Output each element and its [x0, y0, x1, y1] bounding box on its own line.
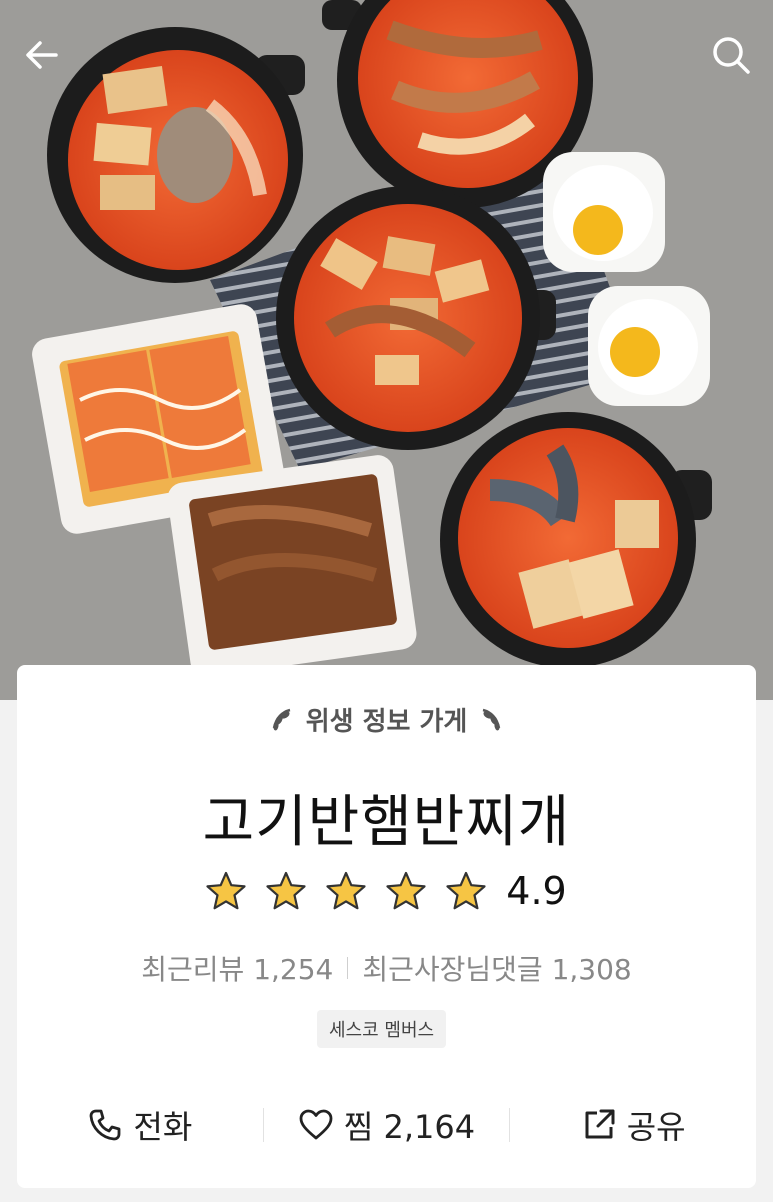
heart-icon [299, 1109, 333, 1140]
laurel-right-icon [482, 708, 501, 730]
share-label: 공유 [626, 1108, 686, 1146]
star-icon [206, 871, 246, 910]
star-icon [266, 871, 306, 910]
like-button[interactable]: 찜 2,164 [264, 1102, 510, 1148]
recent-owner-replies-count[interactable]: 최근사장님댓글 1,308 [362, 948, 631, 988]
hygiene-label-text: 위생 정보 가게 [305, 707, 468, 737]
arrow-left-icon [26, 41, 58, 69]
hygiene-info-label[interactable]: 위생 정보 가게 [17, 701, 756, 738]
rating-stars [206, 871, 486, 911]
search-button[interactable] [706, 30, 756, 80]
star-icon [386, 871, 426, 910]
like-label: 찜 2,164 [343, 1108, 476, 1146]
recent-reviews-count[interactable]: 최근리뷰 1,254 [141, 948, 333, 988]
phone-icon [89, 1109, 121, 1141]
search-icon [713, 37, 750, 74]
star-icon [326, 871, 366, 910]
action-bar: 전화 찜 2,164 공유 [17, 1095, 756, 1155]
bulgogi-tray [167, 455, 417, 677]
store-hero-image [0, 0, 773, 700]
store-name: 고기반햄반찌개 [202, 790, 571, 855]
share-icon [585, 1109, 615, 1139]
call-label: 전화 [133, 1108, 193, 1146]
review-counts: 최근리뷰 1,254 최근사장님댓글 1,308 [17, 948, 756, 988]
fried-egg-top [543, 152, 665, 272]
rating-row: 4.9 [17, 869, 756, 913]
stew-pot-top-left [47, 27, 305, 283]
store-info-card: 위생 정보 가게 고기반햄반찌개 4.9 최근리뷰 1,254 최근사장님댓글 … [17, 665, 756, 1188]
laurel-left-icon [272, 708, 291, 730]
share-button[interactable]: 공유 [510, 1102, 756, 1148]
cesco-members-badge: 세스코 멤버스 [317, 1010, 447, 1048]
counts-divider [347, 957, 349, 979]
back-button[interactable] [17, 30, 67, 80]
call-button[interactable]: 전화 [17, 1102, 263, 1148]
star-icon [446, 871, 486, 910]
food-photo-illustration [0, 0, 773, 700]
fried-egg-bottom [588, 286, 710, 406]
rating-value: 4.9 [506, 869, 567, 913]
